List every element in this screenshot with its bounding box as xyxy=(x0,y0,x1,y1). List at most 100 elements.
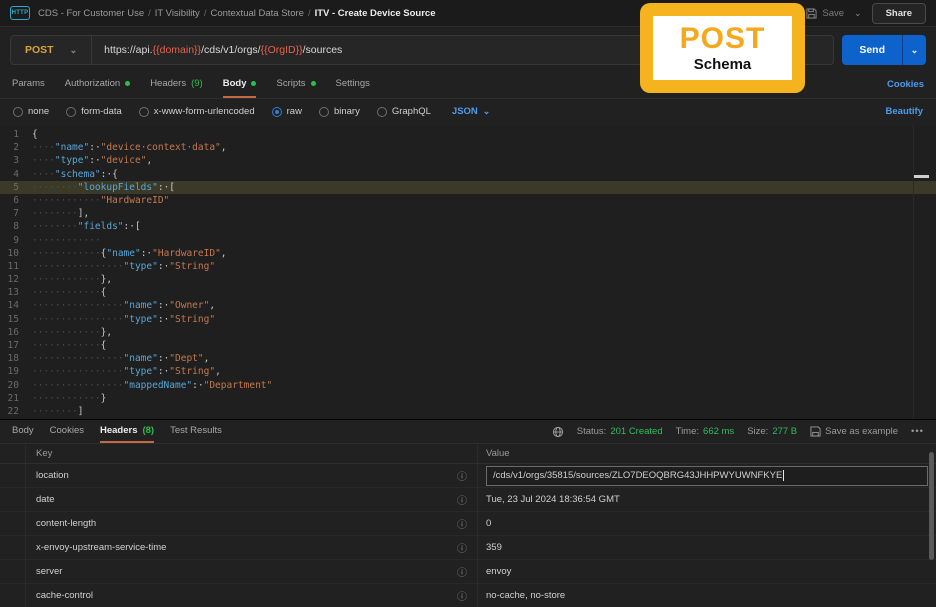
code-line[interactable]: 13 ············{ xyxy=(0,286,936,299)
header-key-cell: content-length ⓘ xyxy=(26,512,478,535)
share-button[interactable]: Share xyxy=(871,2,926,24)
editor-scrollbar-track[interactable] xyxy=(913,125,914,419)
json-punct: }, xyxy=(100,326,113,338)
row-gutter xyxy=(0,512,26,535)
save-options-chevron-icon[interactable]: ⌄ xyxy=(854,8,862,19)
json-punct: ] xyxy=(77,405,84,417)
header-value: 359 xyxy=(486,542,502,553)
save-button[interactable]: Save xyxy=(806,8,844,19)
code-line[interactable]: 8 ········"fields":·[ xyxy=(0,220,936,233)
line-number: 3 xyxy=(13,155,19,167)
tab-cookies[interactable]: Cookies xyxy=(50,420,84,443)
send-button[interactable]: Send ⌄ xyxy=(842,35,926,65)
save-as-example-button[interactable]: Save as example xyxy=(810,426,898,437)
beautify-link[interactable]: Beautify xyxy=(886,106,923,117)
line-number: 12 xyxy=(7,274,19,286)
code-line[interactable]: 9 ············ xyxy=(0,234,936,247)
tab-test-results[interactable]: Test Results xyxy=(170,420,222,443)
radio-none[interactable]: none xyxy=(13,106,49,117)
code-line[interactable]: 17 ············{ xyxy=(0,339,936,352)
table-row[interactable]: cache-control ⓘ no-cache, no-store xyxy=(0,584,936,607)
code-line[interactable]: 14 ················"name":·"Owner", xyxy=(0,299,936,312)
code-line[interactable]: 22 ········] xyxy=(0,405,936,418)
code-line[interactable]: 18 ················"name":·"Dept", xyxy=(0,352,936,365)
json-punct: ], xyxy=(77,208,90,220)
size-label: Size: xyxy=(747,426,769,437)
code-line[interactable]: 5 ········"lookupFields":·[ xyxy=(0,180,936,194)
code-line[interactable]: 19 ················"type":·"String", xyxy=(0,365,936,378)
table-gutter xyxy=(0,444,26,463)
whitespace-dots: ················ xyxy=(32,260,124,272)
method-select[interactable]: POST ⌄ xyxy=(11,36,93,64)
code-line[interactable]: 3 ····"type":·"device", xyxy=(0,154,936,167)
radio-x-www-form-urlencoded[interactable]: x-www-form-urlencoded xyxy=(138,106,255,117)
code-line[interactable]: 6 ············"HardwareID" xyxy=(0,194,936,207)
code-line[interactable]: 11 ················"type":·"String" xyxy=(0,260,936,273)
network-icon[interactable] xyxy=(552,426,564,438)
code-line[interactable]: 7 ········], xyxy=(0,207,936,220)
tab-body[interactable]: Body xyxy=(12,420,34,443)
breadcrumb-item[interactable]: IT Visibility xyxy=(155,8,200,19)
code-text: ············ xyxy=(32,234,101,247)
whitespace-dots: ············ xyxy=(32,340,101,351)
row-gutter xyxy=(0,488,26,511)
info-icon: ⓘ xyxy=(457,520,467,531)
code-line[interactable]: 20 ················"mappedName":·"Departm… xyxy=(0,379,936,392)
code-text: ············} xyxy=(32,392,106,405)
code-line[interactable]: 15 ················"type":·"String" xyxy=(0,313,936,326)
table-row[interactable]: content-length ⓘ 0 xyxy=(0,512,936,536)
send-options-chevron-icon[interactable]: ⌄ xyxy=(902,35,926,65)
code-line[interactable]: 12 ············}, xyxy=(0,273,936,286)
tab-scripts[interactable]: Scripts xyxy=(276,71,316,98)
value-column-header: Value xyxy=(486,448,510,459)
header-key: location xyxy=(36,470,69,481)
table-row[interactable]: server ⓘ envoy xyxy=(0,560,936,584)
value-edit-input[interactable]: /cds/v1/orgs/35815/sources/ZLO7DEOQBRG43… xyxy=(486,465,928,486)
tab-settings[interactable]: Settings xyxy=(336,71,370,98)
breadcrumb-item[interactable]: CDS - For Customer Use xyxy=(38,8,144,19)
radio-form-data[interactable]: form-data xyxy=(66,106,122,117)
radio-circle-icon xyxy=(138,106,149,117)
table-row[interactable]: x-envoy-upstream-service-time ⓘ 359 xyxy=(0,536,936,560)
whitespace-dots: ········ xyxy=(32,405,78,417)
body-type-radios: none form-data x-www-form-urlencoded raw bin… xyxy=(13,106,431,117)
code-line[interactable]: 4 ····"schema":·{ xyxy=(0,168,936,181)
breadcrumb-item[interactable]: Contextual Data Store xyxy=(210,8,303,19)
json-punct: :· xyxy=(89,142,101,154)
topbar-actions: Save ⌄ Share xyxy=(806,2,926,24)
code-text: ····"name":·"device·context·data", xyxy=(32,141,227,154)
radio-GraphQL[interactable]: GraphQL xyxy=(376,106,431,117)
request-body-editor[interactable]: 1{2 ····"name":·"device·context·data", 3 ··… xyxy=(0,125,936,420)
tab-body[interactable]: Body xyxy=(222,71,257,98)
tab-label: Test Results xyxy=(170,425,222,436)
code-line[interactable]: 1{ xyxy=(0,128,936,141)
format-select[interactable]: JSON ⌄ xyxy=(452,106,490,117)
line-number: 22 xyxy=(7,405,19,417)
code-line[interactable]: 16 ············}, xyxy=(0,326,936,339)
cookies-link[interactable]: Cookies xyxy=(887,79,924,90)
table-row[interactable]: date ⓘ Tue, 23 Jul 2024 18:36:54 GMT xyxy=(0,488,936,512)
table-row[interactable]: location ⓘ /cds/v1/orgs/35815/sources/ZLO7… xyxy=(0,464,936,488)
code-line[interactable]: 2 ····"name":·"device·context·data", xyxy=(0,141,936,154)
tab-headers[interactable]: Headers (8) xyxy=(99,420,155,443)
radio-raw[interactable]: raw xyxy=(271,106,302,117)
tab-headers[interactable]: Headers (9) xyxy=(150,71,203,98)
code-text: ········"lookupFields":·[ xyxy=(32,181,175,194)
line-number: 7 xyxy=(13,208,19,220)
json-key: "name" xyxy=(106,247,141,259)
json-key: "name" xyxy=(123,300,158,312)
response-meta: Status: 201 Created Time: 662 ms Size: 2… xyxy=(552,426,924,438)
request-tab-list: Params Authorization Headers (9) Body Scripts… xyxy=(12,71,370,98)
code-line[interactable]: 10 ············{"name":·"HardwareID", xyxy=(0,247,936,260)
tab-params[interactable]: Params xyxy=(12,71,45,98)
tab-label: Params xyxy=(12,78,45,89)
more-options-button[interactable]: ••• xyxy=(911,426,924,437)
radio-label: GraphQL xyxy=(391,106,431,117)
url-input[interactable]: https://api.{{domain}}/cds/v1/orgs/{{Org… xyxy=(92,44,354,56)
response-scrollbar[interactable] xyxy=(929,452,934,560)
radio-binary[interactable]: binary xyxy=(318,106,360,117)
code-line[interactable]: 21 ············} xyxy=(0,392,936,405)
row-gutter xyxy=(0,464,26,487)
tab-authorization[interactable]: Authorization xyxy=(65,71,131,98)
json-string: "HardwareID" xyxy=(152,247,221,259)
